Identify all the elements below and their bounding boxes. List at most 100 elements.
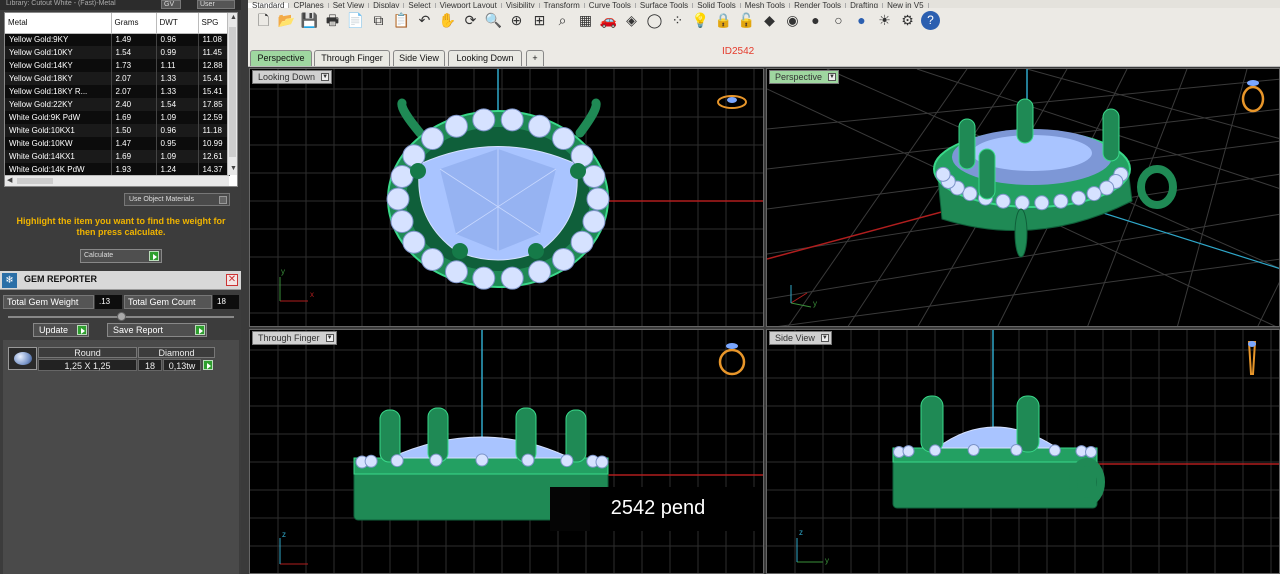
use-object-materials-checkbox[interactable]	[219, 196, 227, 204]
zoom-selected-icon[interactable]: ⌕	[553, 11, 572, 30]
viewport-menu-icon[interactable]: ▼	[325, 334, 334, 342]
car-render-icon[interactable]: 🚗	[599, 11, 618, 30]
circle-select-icon[interactable]: ◯	[645, 11, 664, 30]
toolbar-tab[interactable]: Curve Tools	[585, 2, 636, 8]
blue-sphere-icon[interactable]: ●	[852, 11, 871, 30]
calculate-go-icon[interactable]	[149, 251, 159, 261]
toolbar-tab[interactable]: Transform	[540, 2, 585, 8]
zoom-extents-icon[interactable]: ⊞	[530, 11, 549, 30]
add-tab-icon[interactable]: +	[526, 50, 544, 66]
rendered-sphere-icon[interactable]: ○	[829, 11, 848, 30]
calculate-button[interactable]: Calculate	[80, 249, 162, 263]
table-row[interactable]: Yellow Gold:22KY 2.40 1.54 17.85	[5, 98, 230, 111]
toolbar-tab[interactable]: Solid Tools	[693, 2, 741, 8]
gv-button[interactable]: GV	[161, 0, 181, 9]
metal-table-header[interactable]: Metal	[5, 13, 112, 34]
toolbar-tab[interactable]: Viewport Layout	[436, 2, 502, 8]
sun-tool-icon[interactable]: ☀	[875, 11, 894, 30]
new-file-icon[interactable]: 🗋	[254, 11, 273, 30]
rotate-view-icon[interactable]: ⟳	[461, 11, 480, 30]
viewport-label-looking-down[interactable]: Looking Down ▼	[252, 70, 333, 84]
table-row[interactable]: White Gold:14KX1 1.69 1.09 12.61	[5, 150, 230, 163]
table-row[interactable]: White Gold:10KW 1.47 0.95 10.99	[5, 137, 230, 150]
toolbar-tab[interactable]: Visibility	[502, 2, 540, 8]
table-row[interactable]: Yellow Gold:10KY 1.54 0.99 11.45	[5, 46, 230, 59]
side-z-axis-label: z	[799, 528, 803, 537]
cplane-icon[interactable]: ◈	[622, 11, 641, 30]
copy-icon[interactable]: ⧉	[369, 11, 388, 30]
toolbar-tab[interactable]: Standard	[248, 2, 290, 8]
lightbulb-icon[interactable]: 💡	[691, 11, 710, 30]
toolbar-tab[interactable]: CPlanes	[289, 2, 329, 8]
viewport-menu-icon[interactable]: ▼	[828, 73, 837, 81]
zoom-window-icon[interactable]: ⊕	[507, 11, 526, 30]
table-row[interactable]: Yellow Gold:18KY R... 2.07 1.33 15.41	[5, 85, 230, 98]
round-gem-thumbnail	[8, 347, 37, 370]
update-go-icon[interactable]	[77, 325, 87, 335]
print-icon[interactable]: 🖶	[323, 11, 342, 30]
table-row[interactable]: Yellow Gold:9KY 1.49 0.96 11.08	[5, 33, 230, 46]
slider-knob[interactable]	[117, 312, 126, 321]
zoom-icon[interactable]: 🔍	[484, 11, 503, 30]
viewport-looking-down[interactable]: x y Looking Down ▼	[249, 68, 764, 327]
viewport-through-finger[interactable]: z 2542 pend Through Finger ▼	[249, 329, 764, 574]
scroll-up-arrow-icon[interactable]: ▲	[230, 14, 237, 22]
table-row[interactable]: Yellow Gold:14KY 1.73 1.11 12.88	[5, 59, 230, 72]
toolbar-tab[interactable]: New in V5	[883, 2, 929, 8]
scroll-thumb[interactable]	[229, 27, 236, 157]
metal-table-horizontal-scrollbar[interactable]: ◀	[5, 175, 229, 186]
tab-through-finger[interactable]: Through Finger	[314, 50, 390, 66]
tab-looking-down[interactable]: Looking Down	[448, 50, 522, 66]
toolbar-tab[interactable]: Display	[369, 2, 405, 8]
options-icon[interactable]: ⚙	[898, 11, 917, 30]
user-dropdown[interactable]: User	[197, 0, 235, 9]
table-row[interactable]: White Gold:9K PdW 1.69 1.09 12.59	[5, 111, 230, 124]
viewport-label-side-view[interactable]: Side View ▼	[769, 331, 832, 345]
gem-reporter-slider[interactable]	[8, 312, 234, 321]
library-bar: Library: Cutout White - (Fast)-Metal GV …	[0, 0, 241, 10]
metal-table-header[interactable]: Grams	[111, 13, 157, 34]
toolbar-tab[interactable]: Surface Tools	[636, 2, 694, 8]
scroll-down-arrow-icon[interactable]: ▼	[230, 165, 237, 173]
update-button[interactable]: Update	[33, 323, 89, 337]
points-icon[interactable]: ⁘	[668, 11, 687, 30]
import-icon[interactable]: 📄	[346, 11, 365, 30]
viewport-perspective[interactable]: y Perspective ▼	[766, 68, 1280, 327]
metal-table-header[interactable]: SPG	[198, 13, 230, 34]
table-row[interactable]: White Gold:10KX1 1.50 0.96 11.18	[5, 124, 230, 137]
h-scroll-thumb[interactable]	[17, 178, 53, 184]
save-icon[interactable]: 💾	[300, 11, 319, 30]
color-wheel-icon[interactable]: ◉	[783, 11, 802, 30]
toolbar-tab[interactable]: Drafting	[846, 2, 884, 8]
shaded-sphere-icon[interactable]: ●	[806, 11, 825, 30]
viewport-menu-icon[interactable]: ▼	[820, 334, 829, 342]
help-icon[interactable]: ?	[921, 11, 940, 30]
tab-side-view[interactable]: Side View	[393, 50, 445, 66]
viewport-menu-icon[interactable]: ▼	[321, 73, 330, 81]
four-view-icon[interactable]: ▦	[576, 11, 595, 30]
use-object-materials-button[interactable]: Use Object Materials	[124, 193, 230, 206]
viewport-side-view[interactable]: z y Side View ▼	[766, 329, 1280, 574]
toolbar-tab[interactable]: Render Tools	[790, 2, 847, 8]
paste-icon[interactable]: 📋	[392, 11, 411, 30]
toolbar-tab[interactable]: Select	[404, 2, 436, 8]
metal-table-vertical-scrollbar[interactable]: ▲ ▼	[227, 13, 237, 175]
toolbar-tab[interactable]: Mesh Tools	[741, 2, 791, 8]
viewport-label-perspective[interactable]: Perspective ▼	[769, 70, 840, 84]
save-report-go-icon[interactable]	[195, 325, 205, 335]
pan-icon[interactable]: ✋	[438, 11, 457, 30]
material-icon[interactable]: ◆	[760, 11, 779, 30]
lock-icon[interactable]: 🔒	[714, 11, 733, 30]
table-row[interactable]: Yellow Gold:18KY 2.07 1.33 15.41	[5, 72, 230, 85]
save-report-button[interactable]: Save Report	[107, 323, 207, 337]
undo-icon[interactable]: ↶	[415, 11, 434, 30]
viewport-label-through-finger[interactable]: Through Finger ▼	[252, 331, 337, 345]
close-icon[interactable]: ✕	[226, 274, 238, 286]
gem-row-go-icon[interactable]	[203, 360, 213, 370]
tab-perspective[interactable]: Perspective	[250, 50, 312, 66]
unlock-icon[interactable]: 🔓	[737, 11, 756, 30]
toolbar-tab[interactable]: Set View	[329, 2, 370, 8]
scroll-left-arrow-icon[interactable]: ◀	[7, 177, 12, 185]
open-file-icon[interactable]: 📂	[277, 11, 296, 30]
metal-table-header[interactable]: DWT	[156, 13, 199, 34]
